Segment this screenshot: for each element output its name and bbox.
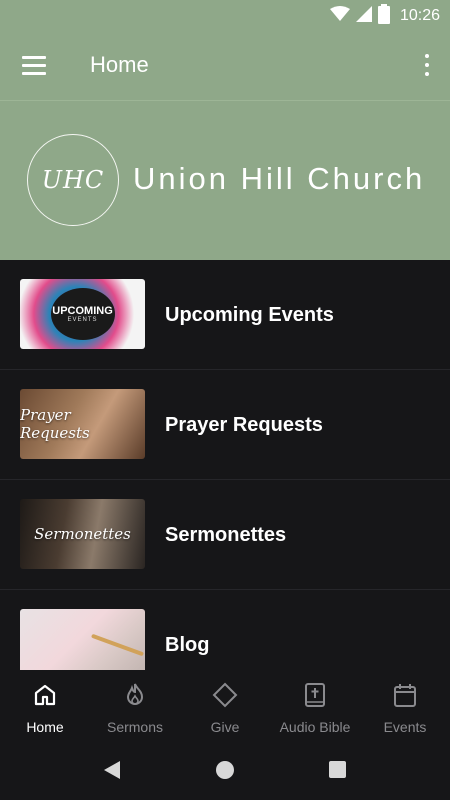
status-bar: 10:26	[0, 0, 450, 32]
nav-sermons[interactable]: Sermons	[90, 670, 180, 740]
list-item-label: Sermonettes	[165, 524, 287, 546]
church-banner: UHC Union Hill Church	[0, 100, 450, 260]
back-icon[interactable]	[102, 760, 122, 780]
list-item-sermonettes[interactable]: Sermonettes Sermonettes	[0, 480, 450, 590]
nav-label: Give	[210, 719, 240, 735]
church-logo: UHC	[27, 134, 119, 226]
bottom-navigation: Home Sermons Give Audio Bible Events	[0, 670, 450, 740]
blog-thumbnail	[20, 609, 145, 670]
thumb-title: Sermonettes	[34, 525, 131, 543]
more-vert-icon[interactable]	[422, 52, 432, 80]
list-item-blog[interactable]: Blog	[0, 590, 450, 670]
system-navigation-bar	[0, 740, 450, 800]
nav-label: Home	[26, 719, 64, 735]
page-title: Home	[90, 52, 149, 77]
flame-icon	[122, 682, 148, 713]
recent-apps-icon[interactable]	[329, 761, 346, 778]
list-item-label: Prayer Requests	[165, 414, 323, 436]
bible-icon	[302, 682, 328, 713]
sermonettes-thumbnail: Sermonettes	[20, 499, 145, 569]
upcoming-events-thumbnail: UPCOMING EVENTS	[20, 279, 145, 349]
home-list: UPCOMING EVENTS Upcoming Events Prayer R…	[0, 260, 450, 670]
hamburger-menu-icon[interactable]	[22, 54, 48, 78]
prayer-requests-thumbnail: Prayer Requests	[20, 389, 145, 459]
pencil-graphic	[90, 633, 145, 657]
thumb-subtitle: EVENTS	[67, 317, 98, 323]
list-item-upcoming-events[interactable]: UPCOMING EVENTS Upcoming Events	[0, 260, 450, 370]
diamond-icon	[212, 682, 238, 713]
nav-give[interactable]: Give	[180, 670, 270, 740]
battery-icon	[377, 3, 390, 29]
wifi-icon	[329, 5, 350, 27]
thumb-title: UPCOMING	[52, 305, 113, 317]
cell-signal-icon	[355, 5, 372, 27]
list-item-label: Blog	[165, 634, 210, 656]
nav-label: Sermons	[106, 719, 164, 735]
church-name: Union Hill Church	[133, 161, 426, 196]
list-item-label: Upcoming Events	[165, 304, 334, 326]
app-bar: Home	[0, 32, 450, 100]
nav-events[interactable]: Events	[360, 670, 450, 740]
status-time: 10:26	[399, 7, 440, 24]
nav-home[interactable]: Home	[0, 670, 90, 740]
thumb-title: Prayer Requests	[20, 406, 90, 442]
nav-audio-bible[interactable]: Audio Bible	[270, 670, 360, 740]
home-button-icon[interactable]	[216, 761, 234, 779]
status-icons	[329, 3, 390, 29]
calendar-icon	[392, 682, 418, 713]
nav-label: Audio Bible	[279, 719, 351, 735]
home-icon	[32, 682, 58, 713]
nav-label: Events	[383, 719, 427, 735]
logo-text: UHC	[41, 166, 105, 194]
list-item-prayer-requests[interactable]: Prayer Requests Prayer Requests	[0, 370, 450, 480]
